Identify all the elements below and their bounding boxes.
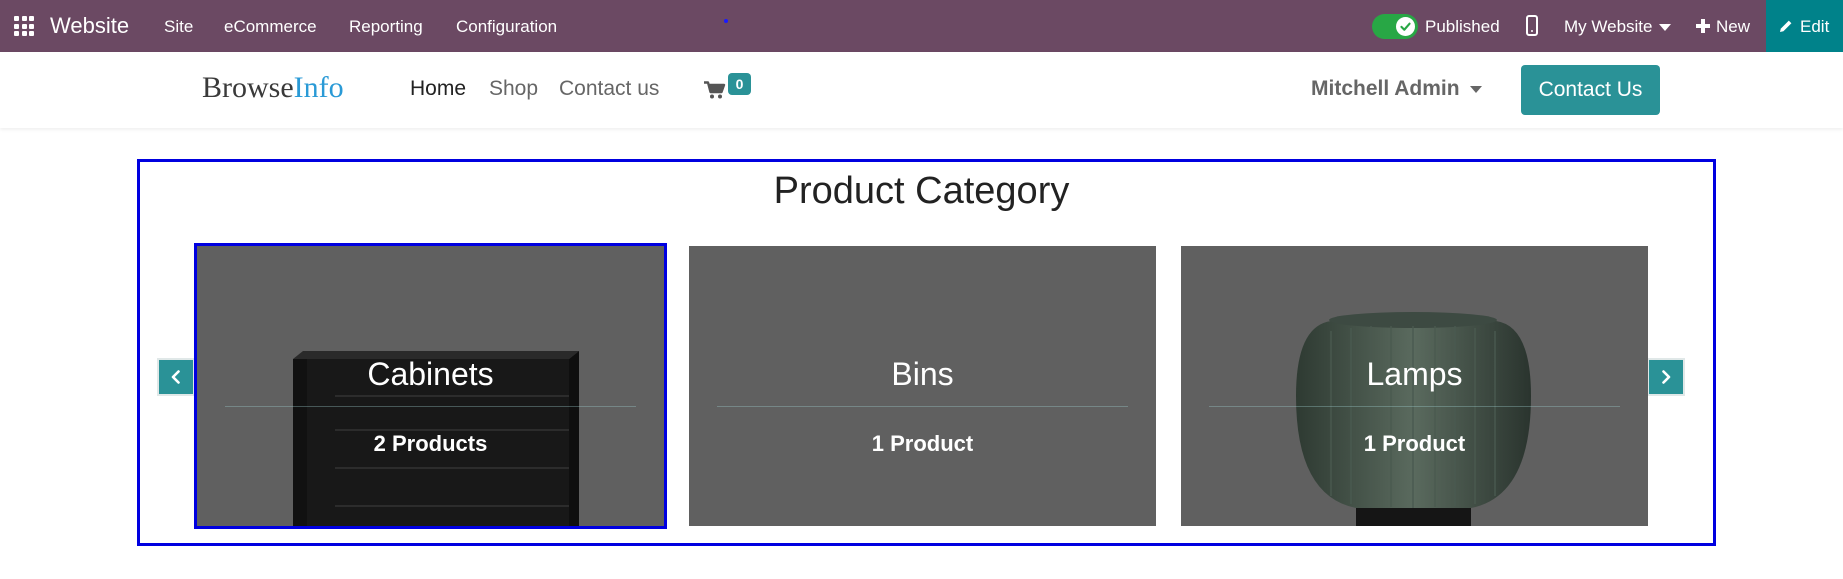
carousel-next-button[interactable] <box>1647 358 1685 396</box>
carousel-prev-button[interactable] <box>157 358 195 396</box>
app-title[interactable]: Website <box>50 13 129 39</box>
menu-reporting[interactable]: Reporting <box>349 17 423 37</box>
cart-count-badge: 0 <box>728 73 751 95</box>
category-name: Cabinets <box>367 356 494 392</box>
user-menu[interactable]: Mitchell Admin <box>1311 77 1482 101</box>
category-card-cabinets[interactable]: Cabinets 2 Products <box>194 243 667 529</box>
nav-shop[interactable]: Shop <box>489 77 538 101</box>
new-button[interactable]: New <box>1716 17 1750 37</box>
category-card-lamps[interactable]: Lamps 1 Product <box>1181 246 1648 526</box>
check-icon <box>1396 17 1415 36</box>
website-header: BrowseInfo Home Shop Contact us 0 Mitche… <box>0 52 1843 128</box>
editor-marker-dot <box>724 19 728 23</box>
nav-contact-us[interactable]: Contact us <box>559 77 659 101</box>
divider <box>225 406 636 407</box>
category-card-bins[interactable]: Bins 1 Product <box>689 246 1156 526</box>
category-name: Bins <box>891 356 954 392</box>
menu-site[interactable]: Site <box>164 17 193 37</box>
divider <box>717 406 1128 407</box>
chevron-left-icon <box>171 370 180 384</box>
published-toggle[interactable] <box>1372 14 1418 39</box>
menu-ecommerce[interactable]: eCommerce <box>224 17 317 37</box>
edit-button[interactable]: Edit <box>1766 0 1843 52</box>
website-switcher[interactable]: My Website <box>1564 17 1671 37</box>
plus-icon[interactable] <box>1696 19 1710 33</box>
chevron-down-icon <box>1469 85 1482 93</box>
cart-icon[interactable] <box>704 81 726 99</box>
contact-us-button[interactable]: Contact Us <box>1521 65 1660 115</box>
divider <box>1209 406 1620 407</box>
site-logo[interactable]: BrowseInfo <box>202 71 344 105</box>
edit-label: Edit <box>1800 17 1830 36</box>
chevron-down-icon <box>1658 24 1671 32</box>
category-count: 2 Products <box>373 431 488 456</box>
mobile-preview-icon[interactable] <box>1526 15 1538 36</box>
apps-menu-icon[interactable] <box>14 16 34 36</box>
pencil-icon <box>1780 20 1792 32</box>
category-name: Lamps <box>1366 356 1463 392</box>
chevron-right-icon <box>1662 370 1671 384</box>
menu-configuration[interactable]: Configuration <box>456 17 557 37</box>
category-count: 1 Product <box>871 431 974 456</box>
user-name: Mitchell Admin <box>1311 77 1460 100</box>
nav-home[interactable]: Home <box>410 77 466 101</box>
category-count: 1 Product <box>1363 431 1466 456</box>
published-label[interactable]: Published <box>1425 17 1500 37</box>
section-title: Product Category <box>773 170 1070 212</box>
admin-navbar: Website Site eCommerce Reporting Configu… <box>0 0 1843 52</box>
website-switcher-label: My Website <box>1564 17 1653 36</box>
